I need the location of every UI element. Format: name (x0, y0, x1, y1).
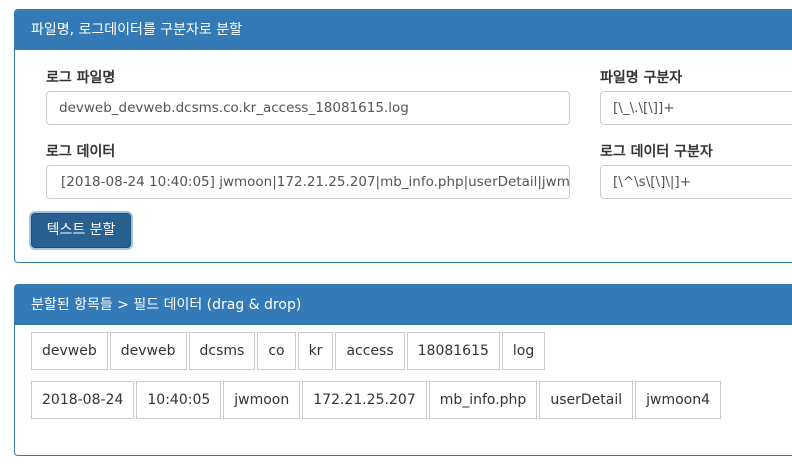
split-panel: 파일명, 로그데이터를 구분자로 분할 로그 파일명 devweb_devweb… (14, 9, 792, 263)
data-token[interactable]: mb_info.php (428, 381, 538, 419)
data-token[interactable]: userDetail (539, 381, 634, 419)
filename-delimiter-label: 파일명 구분자 (600, 70, 683, 86)
filename-token[interactable]: dcsms (188, 332, 256, 370)
log-data-input[interactable]: [2018-08-24 10:40:05] jwmoon|172.21.25.2… (46, 165, 570, 199)
filename-token[interactable]: log (501, 332, 546, 370)
log-data-label: 로그 데이터 (46, 144, 116, 160)
split-items-panel: 분할된 항목들 > 필드 데이터 (drag & drop) devweb de… (14, 284, 792, 456)
log-filename-input[interactable]: devweb_devweb.dcsms.co.kr_access_1808161… (46, 91, 570, 125)
filename-token[interactable]: access (335, 332, 405, 370)
filename-token-list: devweb devweb dcsms co kr access 1808161… (31, 332, 547, 370)
split-panel-title: 파일명, 로그데이터를 구분자로 분할 (15, 10, 792, 50)
filename-delimiter-input[interactable]: [\_\.\[\]]+ (600, 91, 792, 125)
filename-token[interactable]: devweb (31, 332, 108, 370)
split-text-button[interactable]: 텍스트 분할 (31, 213, 131, 248)
filename-token[interactable]: devweb (109, 332, 187, 370)
data-token[interactable]: jwmoon (223, 381, 301, 419)
data-token[interactable]: 10:40:05 (136, 381, 222, 419)
log-data-delimiter-input[interactable]: [\^\s\[\]\|]+ (600, 165, 792, 199)
filename-token[interactable]: 18081615 (406, 332, 500, 370)
data-token[interactable]: jwmoon4 (635, 381, 721, 419)
filename-token[interactable]: kr (297, 332, 334, 370)
data-token-list: 2018-08-24 10:40:05 jwmoon 172.21.25.207… (31, 381, 723, 419)
log-filename-label: 로그 파일명 (46, 70, 116, 86)
split-items-panel-title: 분할된 항목들 > 필드 데이터 (drag & drop) (15, 285, 792, 325)
log-data-delimiter-label: 로그 데이터 구분자 (600, 144, 713, 160)
filename-token[interactable]: co (257, 332, 296, 370)
data-token[interactable]: 2018-08-24 (31, 381, 135, 419)
data-token[interactable]: 172.21.25.207 (302, 381, 427, 419)
